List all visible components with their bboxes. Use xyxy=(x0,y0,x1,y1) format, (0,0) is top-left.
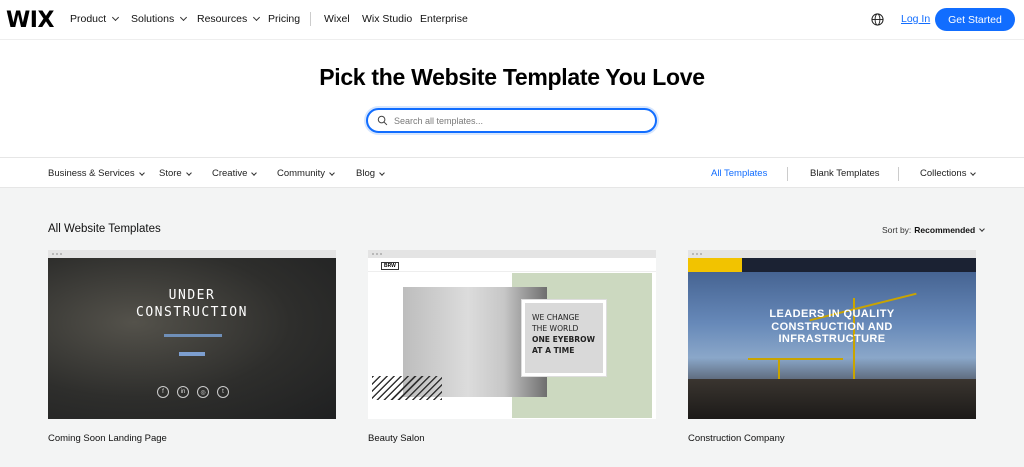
thumb-text-line: AT A TIME xyxy=(532,346,575,355)
gallery-title: All Website Templates xyxy=(48,223,161,235)
thumb-hatch-pattern xyxy=(372,376,442,400)
thumb-heading: UNDER xyxy=(168,288,216,303)
thumb-heading: CONSTRUCTION xyxy=(136,305,248,320)
login-link[interactable]: Log In xyxy=(901,13,930,25)
category-label: Creative xyxy=(212,168,248,179)
nav-pricing-label: Pricing xyxy=(268,13,301,25)
chevron-down-icon xyxy=(112,13,120,22)
template-title[interactable]: Construction Company xyxy=(688,433,976,444)
thumb-logo xyxy=(688,258,742,272)
thumb-text-line: WE CHANGE xyxy=(532,313,580,322)
facebook-icon: f xyxy=(157,386,169,398)
nav-wix-studio-label: Wix Studio xyxy=(362,13,413,25)
thumb-text-line: ONE EYEBROW xyxy=(532,335,595,344)
nav-resources[interactable]: Resources xyxy=(197,13,261,25)
sort-value: Recommended xyxy=(914,225,976,235)
category-label: Blog xyxy=(356,168,376,179)
tab-divider xyxy=(898,167,899,181)
page-title: Pick the Website Template You Love xyxy=(319,64,705,90)
template-title[interactable]: Beauty Salon xyxy=(368,433,656,444)
tab-blank-templates[interactable]: Blank Templates xyxy=(810,168,880,179)
get-started-button[interactable]: Get Started xyxy=(935,8,1015,31)
nav-product-label: Product xyxy=(70,13,107,25)
template-thumbnail[interactable]: UNDER CONSTRUCTION f in ◎ t xyxy=(48,258,336,419)
chevron-down-icon xyxy=(185,169,192,176)
browser-frame xyxy=(688,250,976,258)
nav-enterprise[interactable]: Enterprise xyxy=(420,13,468,25)
chevron-down-icon xyxy=(138,169,145,176)
category-label: Business & Services xyxy=(48,168,135,179)
nav-solutions-label: Solutions xyxy=(131,13,175,25)
thumb-city-skyline xyxy=(688,379,976,419)
category-community[interactable]: Community xyxy=(277,168,335,179)
template-thumbnail[interactable]: LEADERS IN QUALITY CONSTRUCTION AND INFR… xyxy=(688,258,976,419)
thumb-text-box: WE CHANGE THE WORLD ONE EYEBROW AT A TIM… xyxy=(521,299,607,377)
template-thumbnail[interactable]: BRW WE CHANGE THE WORLD ONE EYEBROW AT A… xyxy=(368,258,656,419)
nav-divider xyxy=(310,12,311,26)
template-card-construction[interactable]: LEADERS IN QUALITY CONSTRUCTION AND INFR… xyxy=(688,250,976,444)
chevron-down-icon xyxy=(251,169,258,176)
category-label: Community xyxy=(277,168,326,179)
thumb-logo: BRW xyxy=(381,262,399,270)
tab-label: All Templates xyxy=(711,168,768,179)
nav-resources-label: Resources xyxy=(197,13,248,25)
thumb-nav xyxy=(368,258,656,272)
wix-logo[interactable]: WIX xyxy=(6,8,54,33)
browser-frame xyxy=(48,250,336,258)
thumb-text-line: THE WORLD xyxy=(532,324,579,333)
instagram-icon: ◎ xyxy=(197,386,209,398)
category-blog[interactable]: Blog xyxy=(356,168,385,179)
category-bar: Business & Services Store Creative Commu… xyxy=(0,157,1024,188)
nav-enterprise-label: Enterprise xyxy=(420,13,468,25)
linkedin-icon: in xyxy=(177,386,189,398)
category-business-services[interactable]: Business & Services xyxy=(48,168,145,179)
template-gallery: All Website Templates Sort by: Recommend… xyxy=(0,188,1024,467)
chevron-down-icon xyxy=(970,169,977,176)
thumb-button xyxy=(179,352,205,356)
thumb-headline-line: CONSTRUCTION AND xyxy=(771,320,893,333)
tab-all-templates[interactable]: All Templates xyxy=(711,168,767,179)
category-store[interactable]: Store xyxy=(159,168,192,179)
chevron-down-icon xyxy=(180,13,188,22)
chevron-down-icon xyxy=(379,169,385,176)
thumb-headline: LEADERS IN QUALITY CONSTRUCTION AND INFR… xyxy=(688,308,976,346)
tab-label: Collections xyxy=(920,168,967,179)
globe-icon[interactable] xyxy=(871,13,884,26)
template-card-beauty-salon[interactable]: BRW WE CHANGE THE WORLD ONE EYEBROW AT A… xyxy=(368,250,656,444)
category-label: Store xyxy=(159,168,182,179)
nav-wixel[interactable]: Wixel xyxy=(324,13,350,25)
progress-bar xyxy=(164,334,222,337)
template-card-coming-soon[interactable]: UNDER CONSTRUCTION f in ◎ t Coming Soon … xyxy=(48,250,336,444)
nav-wix-studio[interactable]: Wix Studio xyxy=(362,13,412,25)
search-icon xyxy=(377,115,388,126)
sort-dropdown[interactable]: Sort by: Recommended xyxy=(882,225,986,235)
category-creative[interactable]: Creative xyxy=(212,168,258,179)
top-navigation: WIX Product Solutions Resources Pricing … xyxy=(0,0,1024,40)
search-box[interactable] xyxy=(366,108,657,133)
nav-pricing[interactable]: Pricing xyxy=(268,13,300,25)
chevron-down-icon xyxy=(979,226,986,232)
search-input[interactable] xyxy=(394,115,634,126)
thumb-headline-line: LEADERS IN QUALITY xyxy=(769,308,895,320)
nav-solutions[interactable]: Solutions xyxy=(131,13,188,25)
nav-wixel-label: Wixel xyxy=(324,13,350,25)
template-title[interactable]: Coming Soon Landing Page xyxy=(48,433,336,444)
browser-frame xyxy=(368,250,656,258)
twitter-icon: t xyxy=(217,386,229,398)
nav-product[interactable]: Product xyxy=(70,13,120,25)
chevron-down-icon xyxy=(329,169,335,176)
tab-collections[interactable]: Collections xyxy=(920,168,977,179)
thumb-headline-line: INFRASTRUCTURE xyxy=(778,333,886,345)
sort-label: Sort by: xyxy=(882,225,912,235)
crane-shape xyxy=(748,358,843,360)
tab-divider xyxy=(787,167,788,181)
tab-label: Blank Templates xyxy=(810,168,880,179)
chevron-down-icon xyxy=(253,13,261,22)
